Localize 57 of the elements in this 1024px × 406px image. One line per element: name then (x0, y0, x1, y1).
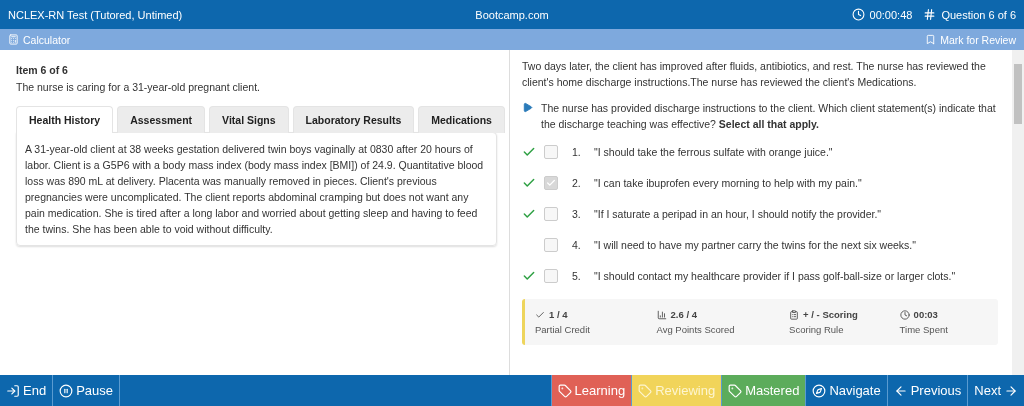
checkbox[interactable] (544, 206, 558, 221)
stat-label: Avg Points Scored (656, 324, 736, 335)
item-heading: Item 6 of 6 (16, 64, 69, 76)
check-icon (535, 309, 545, 320)
checkbox[interactable] (544, 237, 558, 252)
stat-label: Partial Credit (535, 324, 591, 335)
checkbox[interactable] (544, 144, 558, 159)
option-number: 3. (572, 207, 582, 220)
elapsed-time: 00:00:48 (869, 8, 913, 21)
option-text: "I can take ibuprofen every morning to help with my pain." (594, 176, 862, 189)
option-number: 2. (572, 176, 582, 189)
scrollbar-thumb[interactable] (1014, 64, 1022, 124)
tab[interactable]: Vital Signs (209, 106, 289, 133)
pause-button[interactable]: Pause (52, 375, 120, 406)
item-intro: The nurse is caring for a 31-year-old pregnant client. (16, 80, 261, 95)
site-name: Bootcamp.com (475, 8, 549, 21)
stat-value: 1 / 4 (549, 309, 568, 320)
tab[interactable]: Health History (16, 106, 114, 133)
stat-label: Time Spent (899, 324, 949, 335)
pause-icon (59, 383, 74, 398)
arrow-left-icon (893, 383, 908, 398)
learning-button[interactable]: Learning (550, 375, 632, 406)
question-text: The nurse has provided discharge instructions to the client. Which client statement(s) indicate that the discharge teaching was effective? Select all that apply. (541, 101, 997, 132)
compass-icon (812, 383, 827, 398)
tag-icon (557, 383, 572, 398)
scenario-text: Two days later, the client has improved after fluids, antibiotics, and rest. The nurse has reviewed the client's home discharge instructions.The nurse has reviewed the client's Medications. (522, 59, 987, 90)
pointer-icon (522, 102, 533, 113)
tag-icon (728, 383, 743, 398)
checkbox[interactable] (544, 175, 558, 190)
option-text: "I will need to have my partner carry the twins for the next six weeks." (594, 238, 916, 251)
option-number: 5. (572, 269, 582, 282)
stat-value: 2.6 / 4 (670, 309, 697, 320)
chart-icon (656, 309, 667, 320)
checkbox[interactable] (544, 268, 558, 283)
stat-value: + / - Scoring (803, 309, 858, 320)
clipboard-icon (789, 309, 800, 320)
stat-label: Scoring Rule (789, 324, 845, 335)
tab[interactable]: Laboratory Results (292, 106, 415, 133)
calculator-icon (8, 34, 19, 45)
tab-panel-text: A 31-year-old client at 38 weeks gestation delivered twin boys vaginally at 0830 after 20 hours of labor. Client is a G5P6 with a body mass index (body mass index [BMI]) of 24.9. Quantitative blood loss was 890 mL at delivery. Placenta was manually removed in pieces. Client's previous pregnancies were uncomplicated. The client reports abdominal cramping but does not want any pain medication. She is tired after a long labor and worried about getting sleep and having to feed the twins. She has been able to void without difficulty. (16, 132, 497, 246)
option-number: 1. (572, 145, 582, 158)
stat-value: 00:03 (913, 309, 938, 320)
tag-icon (638, 383, 653, 398)
option-text: "If I saturate a peripad in an hour, I should notify the provider." (594, 207, 882, 220)
option-text: "I should contact my healthcare provider if I pass golf-ball-size or larger clots." (594, 269, 956, 282)
arrow-right-icon (1004, 383, 1018, 398)
tick-icon (546, 177, 556, 188)
option-text: "I should take the ferrous sulfate with orange juice." (594, 145, 833, 158)
clock-icon (899, 309, 910, 320)
option-number: 4. (572, 238, 582, 251)
question-counter: Question 6 of 6 (941, 8, 1016, 21)
sign-in-icon (6, 383, 20, 398)
clock-icon (851, 8, 865, 21)
bookmark-icon (925, 34, 937, 45)
tab[interactable]: Medications (418, 106, 505, 133)
tab[interactable]: Assessment (117, 106, 206, 133)
exam-title: NCLEX-RN Test (Tutored, Untimed) (8, 8, 184, 21)
